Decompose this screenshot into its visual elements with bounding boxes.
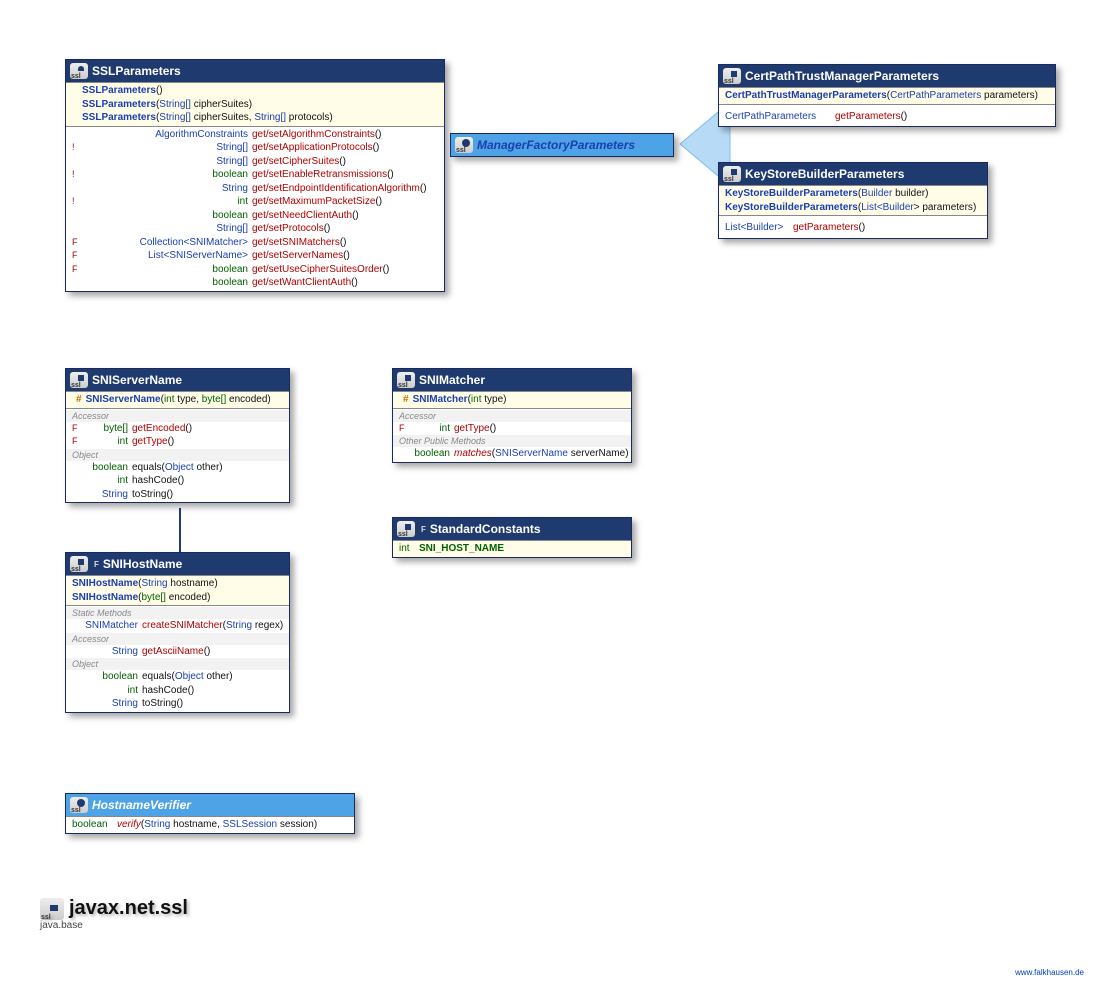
class-certpathtrustmanagerparameters: CertPathTrustManagerParameters CertPathT… — [718, 64, 1056, 127]
class-standardconstants: F StandardConstants intSNI_HOST_NAME — [392, 517, 632, 558]
ssl-icon — [70, 372, 88, 388]
ssl-icon — [723, 166, 741, 182]
interface-header: ManagerFactoryParameters — [451, 134, 673, 156]
ssl-icon — [397, 521, 415, 537]
interface-managerfactoryparameters: ManagerFactoryParameters — [450, 133, 674, 157]
class-sslparameters: SSLParameters SSLParameters () SSLParame… — [65, 59, 445, 292]
class-sniservername: SNIServerName #SNIServerName (int type, … — [65, 368, 290, 503]
package-label: javax.net.ssl java.base — [40, 897, 188, 931]
class-header: F SNIHostName — [66, 553, 289, 575]
class-header: CertPathTrustManagerParameters — [719, 65, 1055, 87]
class-snihostname: F SNIHostName SNIHostName (String hostna… — [65, 552, 290, 713]
class-header: SNIServerName — [66, 369, 289, 391]
constructors: KeyStoreBuilderParameters (Builder build… — [719, 185, 987, 215]
footer-link[interactable]: www.falkhausen.de — [1015, 968, 1084, 977]
ssl-icon — [723, 68, 741, 84]
methods: booleanverify (String hostname, SSLSessi… — [66, 816, 354, 833]
constants: intSNI_HOST_NAME — [393, 540, 631, 557]
class-header: F StandardConstants — [393, 518, 631, 540]
class-header: SNIMatcher — [393, 369, 631, 391]
ssl-icon — [70, 556, 88, 572]
constructors: SNIHostName (String hostname) SNIHostNam… — [66, 575, 289, 605]
class-header: SSLParameters — [66, 60, 444, 82]
methods: Accessor Fbyte[]getEncoded () FintgetTyp… — [66, 408, 289, 503]
interface-hostnameverifier: HostnameVerifier booleanverify (String h… — [65, 793, 355, 834]
constructors: SSLParameters () SSLParameters (String[]… — [66, 82, 444, 126]
class-header: KeyStoreBuilderParameters — [719, 163, 987, 185]
methods: Static Methods SNIMatchercreateSNIMatche… — [66, 605, 289, 712]
methods: CertPathParametersgetParameters () — [719, 104, 1055, 127]
constructors: CertPathTrustManagerParameters (CertPath… — [719, 87, 1055, 104]
interface-header: HostnameVerifier — [66, 794, 354, 816]
methods: Accessor FintgetType () Other Public Met… — [393, 408, 631, 462]
diagram-canvas: SSLParameters SSLParameters () SSLParame… — [0, 0, 1096, 995]
ssl-icon — [70, 63, 88, 79]
ssl-icon — [40, 898, 64, 920]
ssl-icon — [70, 797, 88, 813]
class-keystorebuilderparameters: KeyStoreBuilderParameters KeyStoreBuilde… — [718, 162, 988, 239]
constructors: #SNIServerName (int type, byte[] encoded… — [66, 391, 289, 408]
constructors: #SNIMatcher (int type) — [393, 391, 631, 408]
ssl-icon — [397, 372, 415, 388]
ssl-icon — [455, 137, 473, 153]
class-snimatcher: SNIMatcher #SNIMatcher (int type) Access… — [392, 368, 632, 463]
connector-sniserver-snihost — [175, 508, 185, 558]
methods: AlgorithmConstraintsget/setAlgorithmCons… — [66, 126, 444, 291]
methods: List<Builder> getParameters () — [719, 215, 987, 238]
